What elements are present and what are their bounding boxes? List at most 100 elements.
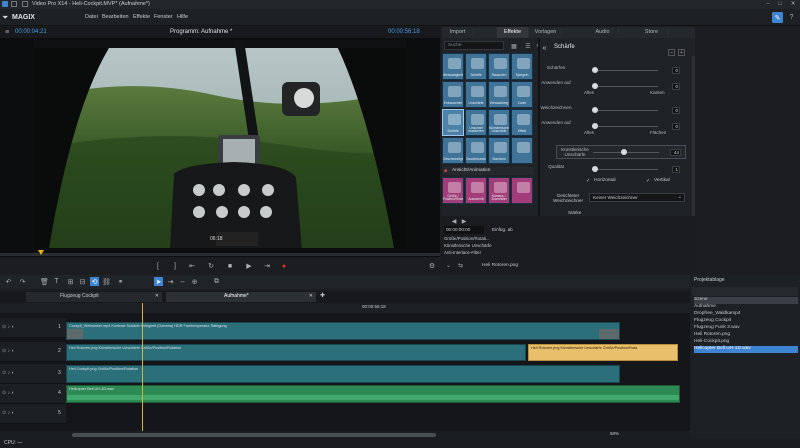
track-controls-icon[interactable]: ⊙ ♪ ◐ [2, 390, 15, 396]
menu-effekte[interactable]: Effekte [133, 9, 150, 26]
project-item[interactable]: Flugzeug Funk 3.wav [694, 325, 798, 332]
keyframe-row[interactable]: Größe/Position/Rotati... [444, 236, 528, 242]
link-icon[interactable]: ⇆ [458, 262, 463, 269]
track-header[interactable]: 5 ⊙ ♪ ◐ [0, 404, 66, 424]
weichzeichner-dropdown[interactable]: Keiner Weichzeichner ⌄ [589, 193, 685, 202]
track-controls-icon[interactable]: ⊙ ♪ ◐ [2, 370, 15, 376]
project-item[interactable]: Dropfree_Waldkamp4 [694, 311, 798, 318]
close-tab-icon[interactable]: ✕ [155, 293, 159, 299]
grid-view-icon[interactable]: ▦ [510, 42, 518, 50]
effect-tile[interactable]: Zoom [511, 81, 533, 108]
settings-icon[interactable]: ⚙ [426, 260, 438, 272]
track-controls-icon[interactable]: ⊙ ♪ ◐ [2, 348, 15, 354]
prev-keyframe-icon[interactable]: ◀ [450, 217, 458, 225]
effect-tile[interactable]: Standard [488, 137, 510, 164]
project-item[interactable]: Heli Rotoren.png [694, 332, 798, 339]
weichzeichnen-slider[interactable]: Weichzeichnen 0 [540, 104, 686, 118]
link-clips-icon[interactable]: ⛓ [102, 277, 111, 286]
effect-tile[interactable]: Rauschen [488, 53, 510, 80]
expand-icon[interactable]: ⌄ [446, 262, 451, 269]
unlink-icon[interactable]: ⚭ [116, 277, 125, 286]
effect-tile[interactable]: Größe / Position/Rotation [442, 177, 464, 204]
cut-tool-icon[interactable]: ⇥ [166, 277, 175, 286]
kuenstlerisch-slider[interactable]: Künstlerische Unschärfe 44 [556, 145, 686, 159]
anwenden1-track[interactable] [592, 86, 658, 87]
qualitaet-value[interactable]: 1 [672, 166, 680, 173]
split-icon[interactable]: ⊞ [66, 277, 75, 286]
delete-icon[interactable]: 🗑 [40, 277, 49, 286]
schaerfen-value[interactable]: 0 [672, 67, 680, 74]
plus-icon[interactable]: + [678, 49, 685, 56]
multicam-icon[interactable]: ⧉ [212, 277, 221, 286]
anwenden-kanten-slider[interactable]: Anwenden auf Alles Kanten 0 [541, 80, 686, 95]
project-item[interactable]: Aufnahme [694, 304, 798, 311]
audio-clip[interactable]: Helicopter Bell UH-1D.wav [66, 385, 680, 403]
effect-tile[interactable]: Künstlerische Unschärfe [488, 109, 510, 136]
mark-out-icon[interactable]: ] [169, 260, 181, 272]
weichzeichnen-knob[interactable] [592, 107, 598, 113]
schaerfen-slider[interactable]: Schärfen 0 [547, 64, 686, 78]
effect-tile[interactable]: Ausschnitt [465, 177, 487, 204]
qualitaet-track[interactable] [592, 169, 658, 170]
minimize-icon[interactable]: – [764, 0, 772, 9]
tab-aufnahme[interactable]: Aufnahme* ✕ [166, 292, 316, 302]
anwenden2-knob[interactable] [592, 123, 598, 129]
player-scrubber[interactable] [0, 250, 440, 256]
effect-tile[interactable]: Schärfe [442, 109, 464, 136]
effect-tile[interactable]: Weissabgleich [442, 53, 464, 80]
schaerfen-knob[interactable] [592, 67, 598, 73]
effect-tile[interactable]: Verwacklung [488, 81, 510, 108]
tab-import[interactable]: Import [442, 27, 474, 38]
video-clip[interactable]: Heli Cockpit.png Größe/Position/Rotation [66, 365, 620, 383]
anwenden2-track[interactable] [592, 126, 658, 127]
redo-icon[interactable]: ↷ [18, 277, 27, 286]
tab-flugzeug-cockpit[interactable]: Flugzeug Cockpit ✕ [26, 292, 162, 302]
anwenden2-value[interactable]: 0 [672, 123, 680, 130]
video-preview[interactable]: 06:18 [34, 40, 406, 248]
save-icon[interactable] [11, 1, 17, 7]
menu-icon[interactable]: ≡ [3, 28, 11, 37]
stop-icon[interactable]: ■ [224, 260, 236, 272]
menu-fenster[interactable]: Fenster [154, 9, 173, 26]
timeline-ruler[interactable]: 00:00:56:18 [0, 303, 690, 313]
undo-icon[interactable] [22, 1, 28, 7]
timeline-playhead[interactable] [142, 303, 143, 431]
text-icon[interactable]: T [52, 277, 61, 286]
effect-tile[interactable]: Entrauschen [442, 81, 464, 108]
back-icon[interactable]: « [541, 44, 548, 52]
maximize-icon[interactable]: □ [776, 0, 784, 9]
timeline-scrollbar[interactable] [72, 433, 436, 437]
playhead-marker[interactable] [38, 250, 44, 255]
track-controls-icon[interactable]: ⊙ ♪ ◐ [2, 410, 15, 416]
schaerfen-track[interactable] [592, 70, 658, 71]
keyframe-row[interactable]: Künstlerische Unschärfe [444, 243, 528, 249]
effect-tile[interactable]: Kamera- / Zoomfahrt [488, 177, 510, 204]
tab-effekte[interactable]: Effekte [497, 27, 529, 38]
undo-icon[interactable]: ↶ [4, 277, 13, 286]
minus-icon[interactable]: – [668, 49, 675, 56]
selected-clip[interactable]: Heli Rotoren.png Künstlerische Unschärfe… [528, 344, 678, 361]
effect-tile[interactable]: Schärfe [465, 53, 487, 80]
loop-icon[interactable]: ↻ [205, 260, 217, 272]
effect-tile[interactable]: Unschärfe [465, 81, 487, 108]
project-item[interactable]: Helicopter Bell UH-1D.wav [694, 346, 798, 353]
list-view-icon[interactable]: ☰ [524, 42, 532, 50]
track-header[interactable]: 4 ⊙ ♪ ◐ [0, 384, 66, 404]
anwenden1-knob[interactable] [592, 83, 598, 89]
next-keyframe-icon[interactable]: ▶ [460, 217, 468, 225]
effect-tile[interactable]: Spiegeln [511, 53, 533, 80]
tab-audio[interactable]: Audio [587, 27, 619, 38]
weichzeichnen-track[interactable] [592, 110, 658, 111]
play-icon[interactable]: ▶ [243, 260, 255, 272]
effect-tile[interactable]: Effekt [511, 109, 533, 136]
effect-tile[interactable]: Unscharf maskieren [465, 109, 487, 136]
keyframe-row[interactable]: Anti-Interlace-Filter [444, 250, 528, 256]
weichzeichnen-value[interactable]: 0 [672, 107, 680, 114]
anwenden-flaechen-slider[interactable]: Anwenden auf Alles Flächen 0 [541, 120, 686, 135]
qualitaet-knob[interactable] [592, 166, 598, 172]
zoom-tool-icon[interactable]: ⊕ [190, 277, 199, 286]
mark-in-icon[interactable]: [ [152, 260, 164, 272]
range-tool-icon[interactable]: ↔ [178, 277, 187, 286]
close-icon[interactable]: ✕ [789, 0, 797, 9]
prev-marker-icon[interactable]: ⇤ [186, 260, 198, 272]
